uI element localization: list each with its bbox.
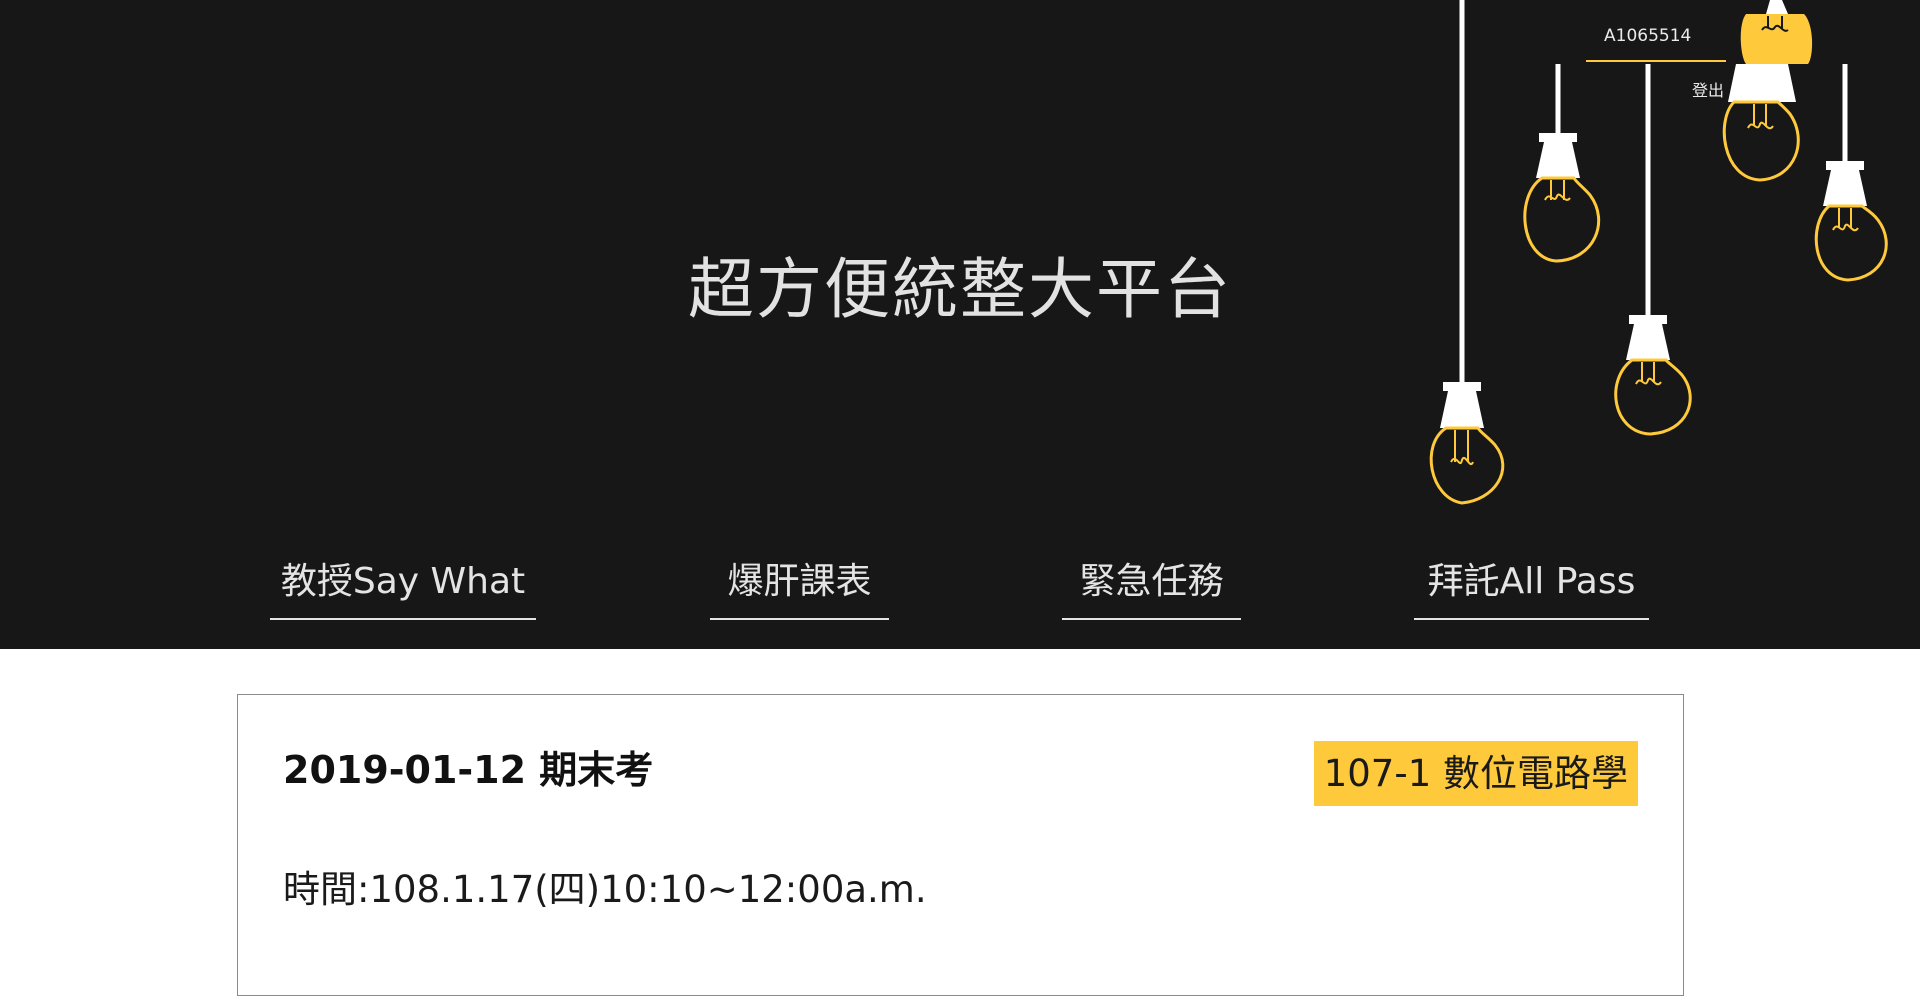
- user-id-underline: [1586, 60, 1726, 62]
- nav-all-pass[interactable]: 拜託All Pass: [1414, 552, 1649, 620]
- user-id-label: A1065514: [1604, 26, 1692, 46]
- site-title: 超方便統整大平台: [688, 251, 1232, 328]
- bulb-icon: [1523, 64, 1601, 263]
- nav-timetable[interactable]: 爆肝課表: [710, 552, 889, 620]
- nav-professor-say-what[interactable]: 教授Say What: [270, 552, 536, 620]
- header-banner: A1065514 登出 超方便統整大平台 教授Say What 爆肝課表 緊急任…: [0, 0, 1920, 649]
- course-badge: 107-1 數位電路學: [1313, 741, 1638, 806]
- nav-urgent-tasks[interactable]: 緊急任務: [1062, 552, 1241, 620]
- exam-card: 2019-01-12 期末考 107-1 數位電路學 時間:108.1.17(四…: [237, 694, 1684, 996]
- bulb-icon: [1722, 64, 1800, 182]
- exam-time: 時間:108.1.17(四)10:10~12:00a.m.: [283, 868, 927, 911]
- exam-title: 2019-01-12 期末考: [283, 748, 654, 792]
- logout-link[interactable]: 登出: [1692, 77, 1724, 101]
- bulb-icon: [1740, 0, 1813, 64]
